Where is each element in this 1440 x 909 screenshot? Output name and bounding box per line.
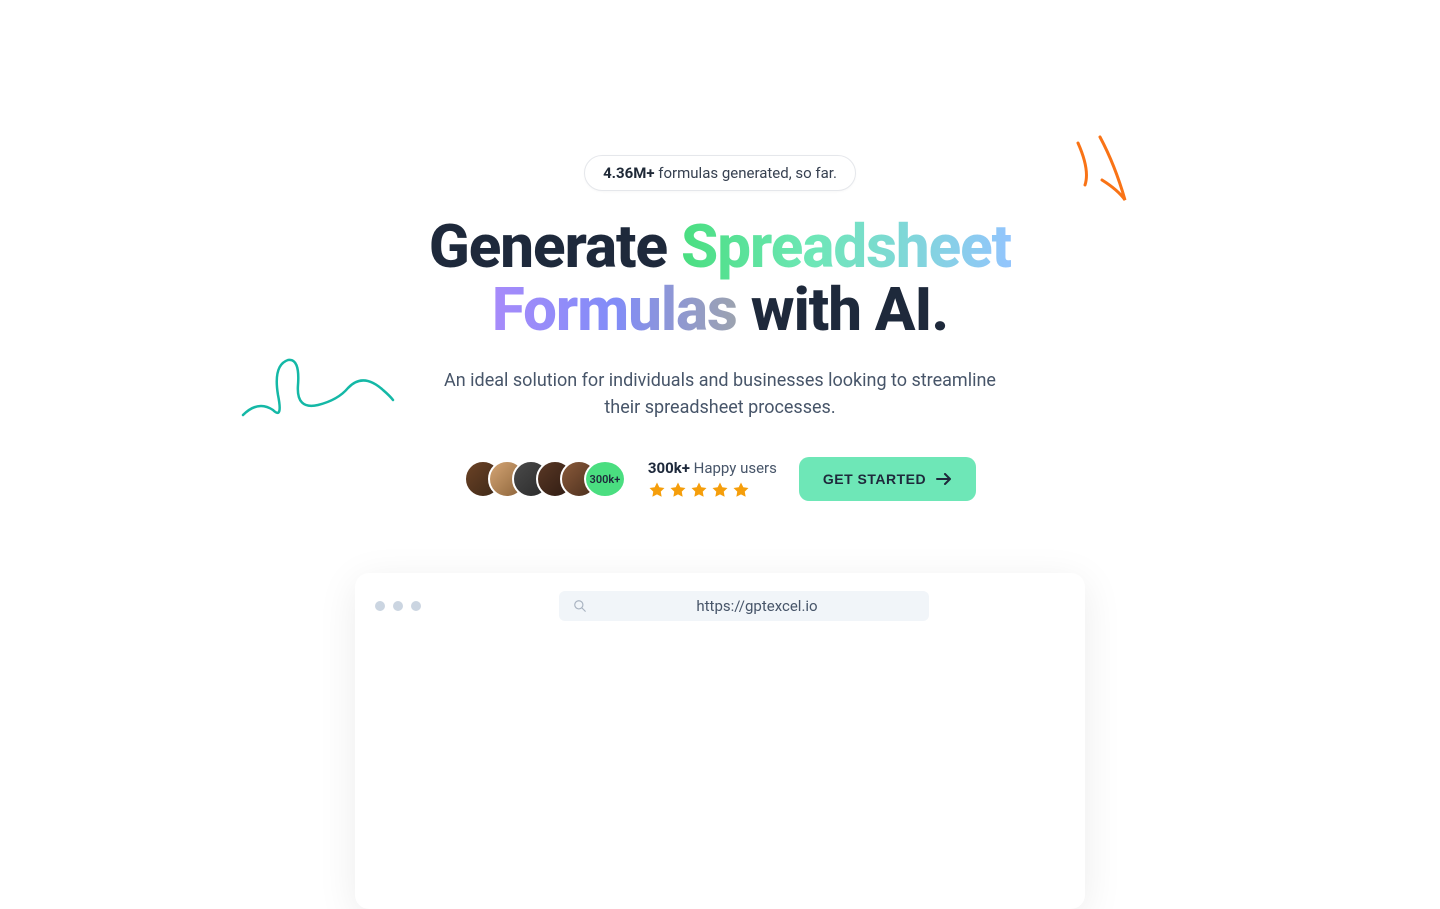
browser-toolbar: https://gptexcel.io xyxy=(375,591,1065,621)
headline-formulas: Formulas xyxy=(492,274,737,345)
cta-label: GET STARTED xyxy=(823,471,926,487)
stats-count: 4.36M+ xyxy=(603,164,654,182)
users-text: 300k+ Happy users xyxy=(648,459,777,477)
cta-row: 300k+ 300k+ Happy users GET STARTED xyxy=(464,457,976,501)
url-text: https://gptexcel.io xyxy=(599,597,915,615)
star-icon xyxy=(669,481,687,499)
decorative-scribble-right-icon xyxy=(1070,135,1140,210)
get-started-button[interactable]: GET STARTED xyxy=(799,457,976,501)
arrow-right-icon xyxy=(936,473,952,485)
headline-spreadsheet: Spreadsheet xyxy=(681,211,1011,282)
decorative-scribble-left-icon xyxy=(238,350,398,440)
star-icon xyxy=(690,481,708,499)
users-label: Happy users xyxy=(690,459,777,477)
search-icon xyxy=(573,599,587,613)
stats-suffix: formulas generated, so far. xyxy=(658,164,837,182)
browser-mockup: https://gptexcel.io xyxy=(355,573,1085,909)
browser-body xyxy=(375,621,1065,891)
avatar-count-badge: 300k+ xyxy=(584,460,626,498)
rating-stars xyxy=(648,481,777,499)
user-avatars: 300k+ xyxy=(464,460,626,498)
window-controls xyxy=(375,601,421,611)
users-info: 300k+ Happy users xyxy=(648,459,777,499)
star-icon xyxy=(648,481,666,499)
star-icon xyxy=(732,481,750,499)
window-dot xyxy=(375,601,385,611)
url-bar: https://gptexcel.io xyxy=(559,591,929,621)
subheadline: An ideal solution for individuals and bu… xyxy=(440,367,1000,421)
users-count: 300k+ xyxy=(648,459,690,477)
headline: Generate Spreadsheet Formulas with AI. xyxy=(429,215,1011,341)
window-dot xyxy=(411,601,421,611)
stats-badge: 4.36M+ formulas generated, so far. xyxy=(584,155,856,191)
window-dot xyxy=(393,601,403,611)
star-icon xyxy=(711,481,729,499)
